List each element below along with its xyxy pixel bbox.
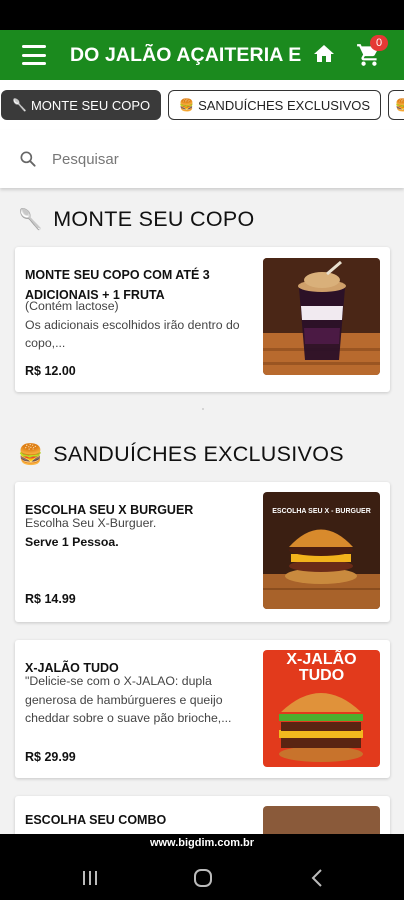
product-image <box>263 258 380 375</box>
product-card[interactable]: X-JALÃO TUDO "Delicie-se com o X-JALAO: … <box>15 640 390 778</box>
product-desc-line: Os adicionais escolhidos irão dentro do … <box>25 317 240 351</box>
spoon-icon: 🥄 <box>12 98 27 112</box>
product-image: ESCOLHA SEU X - BURGUER <box>263 492 380 609</box>
category-chip-sanduiches[interactable]: 🍔 SANDUÍCHES EXCLUSIVOS <box>168 90 382 120</box>
section-title-text: SANDUÍCHES EXCLUSIVOS <box>53 442 344 466</box>
product-description: "Delicie-se com o X-JALAO: dupla generos… <box>25 674 232 725</box>
cart-count-badge: 0 <box>370 35 388 51</box>
burger-icon: 🍔 <box>395 98 404 112</box>
product-desc-line: (Contém lactose) <box>25 299 119 313</box>
category-tabs: 🥄 MONTE SEU COPO 🍔 SANDUÍCHES EXCLUSIVOS… <box>0 80 404 130</box>
search-bar <box>0 130 404 188</box>
chip-label: MONTE SEU COPO <box>30 97 151 113</box>
product-image-caption: X-JALÃO TUDO <box>263 652 380 684</box>
product-image-caption-line: TUDO <box>298 667 345 684</box>
product-price: R$ 14.99 <box>25 592 76 606</box>
search-input[interactable] <box>52 150 352 168</box>
section-title-text: MONTE SEU COPO <box>53 207 255 231</box>
category-chip-next[interactable]: 🍔 <box>388 90 404 120</box>
hamburger-menu-icon[interactable] <box>22 45 46 65</box>
product-image-caption: ESCOLHA SEU X - BURGUER <box>272 508 371 515</box>
chip-label: SANDUÍCHES EXCLUSIVOS <box>198 97 371 113</box>
watermark-text: www.bigdim.com.br <box>149 837 255 849</box>
section-title-sanduiches: 🍔 SANDUÍCHES EXCLUSIVOS <box>18 442 344 467</box>
status-bar <box>0 0 404 30</box>
product-desc-line: Escolha Seu X-Burguer. <box>25 516 157 530</box>
spoon-icon: 🥄 <box>18 209 44 231</box>
burger-icon: 🍔 <box>179 98 195 112</box>
search-icon <box>20 151 36 167</box>
nav-home-icon[interactable] <box>191 866 215 890</box>
product-card[interactable]: MONTE SEU COPO COM ATÉ 3 ADICIONAIS + 1 … <box>15 247 390 392</box>
divider-dot <box>202 408 204 410</box>
product-desc-line: Serve 1 Pessoa. <box>25 534 119 549</box>
product-price: R$ 29.99 <box>25 750 76 764</box>
recents-icon[interactable] <box>78 866 102 890</box>
category-chip-monte-seu-copo[interactable]: 🥄 MONTE SEU COPO <box>1 90 162 120</box>
product-image-caption-line: X-JALÃO <box>286 651 357 668</box>
app-screen: DO JALÃO AÇAITERIA E 0 🥄 MONTE SEU COPO … <box>0 0 404 900</box>
back-icon[interactable] <box>306 866 330 890</box>
product-description: (Contém lactose) Os adicionais escolhido… <box>25 297 257 353</box>
product-name: ESCOLHA SEU COMBO <box>25 813 167 827</box>
section-title-monte-seu-copo: 🥄 MONTE SEU COPO <box>18 207 255 232</box>
product-description: Escolha Seu X-Burguer. Serve 1 Pessoa. <box>25 514 257 551</box>
burger-icon: 🍔 <box>18 444 44 466</box>
product-card[interactable]: ESCOLHA SEU X BURGUER Escolha Seu X-Burg… <box>15 482 390 622</box>
product-image: X-JALÃO TUDO <box>263 650 380 767</box>
app-bar: DO JALÃO AÇAITERIA E 0 <box>0 30 404 80</box>
home-icon[interactable] <box>312 42 336 66</box>
product-price: R$ 12.00 <box>25 364 76 378</box>
app-title: DO JALÃO AÇAITERIA E <box>70 43 302 66</box>
